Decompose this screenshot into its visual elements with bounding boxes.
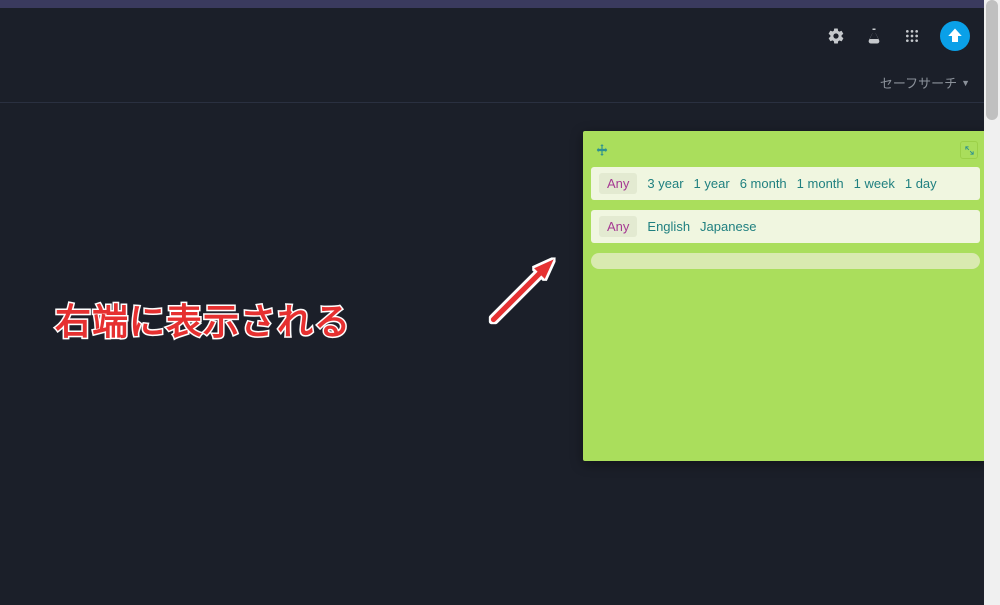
expand-icon[interactable] <box>960 141 978 159</box>
scrollbar-track[interactable] <box>984 0 1000 605</box>
loading-bar <box>591 253 980 269</box>
chevron-down-icon: ▼ <box>961 78 970 88</box>
time-option-1year[interactable]: 1 year <box>694 176 730 191</box>
subheader-bar: セーフサーチ ▼ <box>0 63 1000 103</box>
avatar[interactable] <box>940 21 970 51</box>
lang-filter-any[interactable]: Any <box>599 216 637 237</box>
content-area: Any 3 year 1 year 6 month 1 month 1 week… <box>0 103 1000 605</box>
time-option-3year[interactable]: 3 year <box>647 176 683 191</box>
safesearch-dropdown[interactable]: セーフサーチ ▼ <box>880 73 970 92</box>
lang-option-japanese[interactable]: Japanese <box>700 219 756 234</box>
lang-option-english[interactable]: English <box>647 219 690 234</box>
language-filter-row: Any English Japanese <box>591 210 980 243</box>
time-option-1day[interactable]: 1 day <box>905 176 937 191</box>
time-option-6month[interactable]: 6 month <box>740 176 787 191</box>
apps-grid-icon[interactable] <box>902 26 922 46</box>
time-option-1month[interactable]: 1 month <box>797 176 844 191</box>
annotation-arrow <box>480 243 570 333</box>
safesearch-label: セーフサーチ <box>880 73 957 92</box>
move-icon[interactable] <box>593 141 611 159</box>
scrollbar-thumb[interactable] <box>986 0 998 120</box>
time-filter-row: Any 3 year 1 year 6 month 1 month 1 week… <box>591 167 980 200</box>
annotation-text: 右端に表示される <box>55 293 351 345</box>
time-filter-any[interactable]: Any <box>599 173 637 194</box>
header-bar <box>0 8 1000 63</box>
window-top-strip <box>0 0 1000 8</box>
panel-topbar <box>591 139 980 167</box>
filter-panel: Any 3 year 1 year 6 month 1 month 1 week… <box>583 131 988 461</box>
beaker-icon[interactable] <box>864 26 884 46</box>
gear-icon[interactable] <box>826 26 846 46</box>
time-option-1week[interactable]: 1 week <box>854 176 895 191</box>
